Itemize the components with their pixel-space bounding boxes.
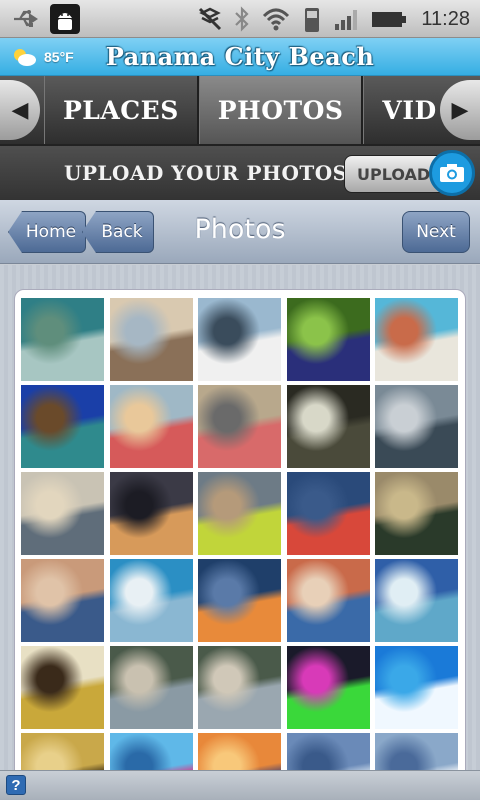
upload-bar: UPLOAD YOUR PHOTOS UPLOAD: [0, 144, 480, 200]
chevron-left-icon: ◀: [11, 97, 29, 122]
photo-thumbnail[interactable]: [21, 646, 104, 729]
photo-thumbnail[interactable]: [375, 472, 458, 555]
status-bar: 11:28: [0, 0, 480, 38]
photo-thumbnail[interactable]: [286, 298, 370, 381]
photo-thumbnail[interactable]: [198, 385, 281, 468]
app-title: Panama City Beach: [105, 42, 375, 71]
tab-places[interactable]: PLACES: [44, 76, 199, 144]
tab-video[interactable]: VIDEO: [363, 76, 436, 144]
wifi-icon: [263, 8, 290, 31]
navigation-bar: Home Back Photos Next: [0, 200, 480, 264]
photo-thumbnail[interactable]: [286, 385, 370, 468]
battery-icon: [372, 12, 407, 27]
phone-icon: [305, 8, 320, 32]
upload-button-label: UPLOAD: [357, 165, 431, 184]
signal-icon: [335, 10, 358, 30]
photo-thumbnail[interactable]: [286, 472, 370, 555]
tabs-scroll-left-button[interactable]: ◀: [0, 80, 40, 140]
help-button[interactable]: ?: [6, 775, 26, 795]
photo-thumbnail[interactable]: [109, 733, 193, 770]
usb-icon: [14, 10, 38, 27]
camera-icon[interactable]: [429, 150, 475, 196]
upload-button[interactable]: UPLOAD: [344, 150, 475, 196]
photo-thumbnail[interactable]: [375, 646, 458, 729]
tabs-scroll-right-button[interactable]: ▶: [440, 80, 480, 140]
photo-thumbnail[interactable]: [198, 298, 281, 381]
upload-prompt: UPLOAD YOUR PHOTOS: [64, 161, 348, 185]
photo-thumbnail[interactable]: [21, 559, 104, 642]
photo-thumbnail[interactable]: [375, 298, 458, 381]
tab-photos[interactable]: PHOTOS: [198, 76, 364, 144]
tab-strip: PLACES PHOTOS VIDEO: [44, 76, 436, 144]
chevron-right-icon: ▶: [451, 97, 469, 122]
photo-thumbnail[interactable]: [198, 559, 281, 642]
photo-thumbnail[interactable]: [21, 385, 104, 468]
photo-thumbnail[interactable]: [198, 733, 281, 770]
photo-thumbnail[interactable]: [21, 472, 104, 555]
photo-thumbnail[interactable]: [109, 298, 193, 381]
photo-thumbnail[interactable]: [109, 472, 193, 555]
photo-thumbnail[interactable]: [109, 559, 193, 642]
photo-thumbnail[interactable]: [375, 733, 458, 770]
android-debug-icon: [50, 4, 80, 34]
photo-grid-panel: [14, 289, 466, 770]
photo-thumbnail[interactable]: [286, 559, 370, 642]
photo-thumbnail[interactable]: [109, 385, 193, 468]
title-bar: 85°F Panama City Beach: [0, 38, 480, 76]
photo-thumbnail[interactable]: [286, 733, 370, 770]
photo-thumbnail[interactable]: [375, 559, 458, 642]
bluetooth-icon: [235, 6, 249, 32]
photo-thumbnail[interactable]: [21, 298, 104, 381]
photo-thumbnail[interactable]: [198, 646, 281, 729]
bottom-bar: ?: [0, 770, 480, 800]
photo-thumbnail[interactable]: [109, 646, 193, 729]
tab-bar: ◀ PLACES PHOTOS VIDEO ▶: [0, 76, 480, 144]
vibrate-off-icon: [199, 7, 222, 31]
status-time: 11:28: [421, 7, 470, 30]
photo-gallery-area: [0, 265, 480, 770]
photo-thumbnail[interactable]: [21, 733, 104, 770]
photo-thumbnail[interactable]: [375, 385, 458, 468]
photo-thumbnail[interactable]: [286, 646, 370, 729]
next-button[interactable]: Next: [402, 211, 470, 253]
photo-thumbnail[interactable]: [198, 472, 281, 555]
